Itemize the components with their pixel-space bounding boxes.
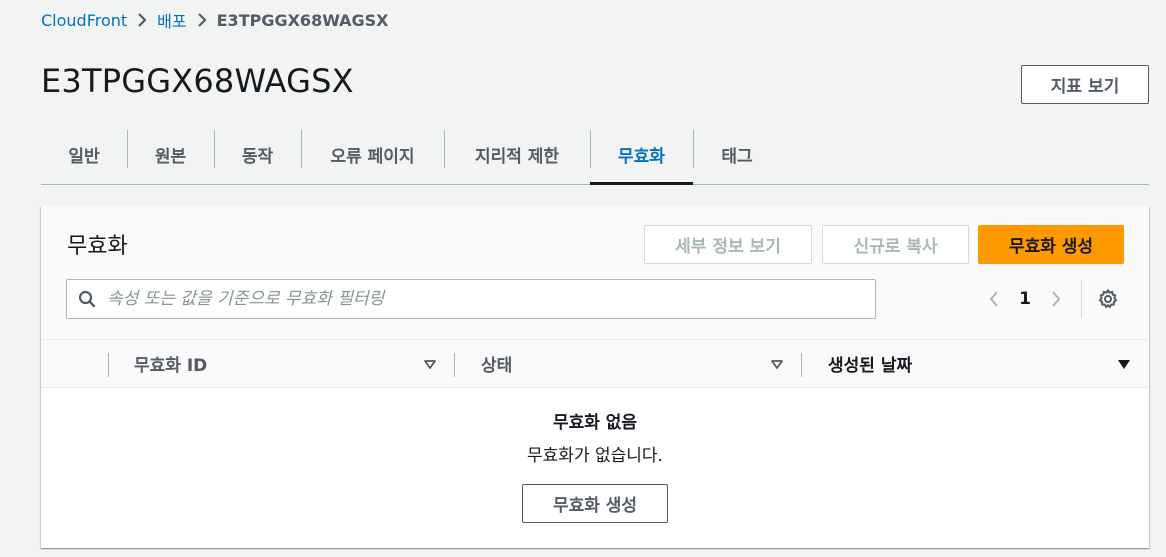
divider — [1081, 280, 1082, 318]
chevron-right-icon[interactable] — [1043, 284, 1069, 314]
empty-create-invalidation-button[interactable]: 무효화 생성 — [522, 484, 668, 523]
breadcrumb-cloudfront-link[interactable]: CloudFront — [41, 11, 127, 30]
sort-down-icon[interactable] — [1117, 357, 1131, 371]
breadcrumb: CloudFront 배포 E3TPGGX68WAGSX — [41, 8, 389, 32]
tab-origins[interactable]: 원본 — [127, 124, 214, 184]
tab-tags[interactable]: 태그 — [693, 124, 781, 184]
table-header: 무효화 ID 상태 생성된 날짜 — [41, 339, 1149, 388]
column-divider — [108, 353, 109, 377]
breadcrumb-current: E3TPGGX68WAGSX — [216, 10, 389, 30]
column-divider — [454, 353, 455, 377]
page-number[interactable]: 1 — [1007, 289, 1043, 309]
tab-bar: 일반 원본 동작 오류 페이지 지리적 제한 무효화 태그 — [41, 124, 1149, 185]
column-divider — [801, 353, 802, 377]
sort-down-icon[interactable] — [423, 357, 437, 371]
empty-state-title: 무효화 없음 — [552, 413, 638, 433]
tab-general[interactable]: 일반 — [41, 124, 127, 184]
tab-error-pages[interactable]: 오류 페이지 — [301, 124, 444, 184]
invalidations-panel: 무효화 세부 정보 보기 신규로 복사 무효화 생성 1 무효화 ID 상태 — [41, 206, 1149, 548]
sort-down-icon[interactable] — [770, 357, 784, 371]
empty-state-description: 무효화가 없습니다. — [527, 446, 663, 466]
view-metrics-button[interactable]: 지표 보기 — [1021, 65, 1149, 104]
view-details-button[interactable]: 세부 정보 보기 — [644, 225, 812, 264]
search-filter — [66, 279, 876, 319]
column-header-created-date[interactable]: 생성된 날짜 — [828, 340, 912, 387]
column-header-status[interactable]: 상태 — [481, 340, 512, 387]
column-header-invalidation-id[interactable]: 무효화 ID — [134, 340, 207, 387]
copy-to-new-button[interactable]: 신규로 복사 — [822, 225, 969, 264]
gear-icon[interactable] — [1095, 286, 1121, 312]
panel-title: 무효화 — [67, 234, 128, 259]
chevron-right-icon — [127, 9, 157, 31]
pagination: 1 — [981, 284, 1069, 314]
create-invalidation-button[interactable]: 무효화 생성 — [978, 225, 1124, 264]
tab-behaviors[interactable]: 동작 — [214, 124, 301, 184]
page-title: E3TPGGX68WAGSX — [41, 62, 354, 100]
tab-invalidations[interactable]: 무효화 — [590, 124, 693, 185]
chevron-right-icon — [187, 9, 217, 31]
breadcrumb-distributions-link[interactable]: 배포 — [157, 8, 186, 32]
search-input[interactable] — [107, 281, 875, 317]
search-icon — [67, 280, 107, 318]
tab-geographic-restrictions[interactable]: 지리적 제한 — [444, 124, 590, 184]
chevron-left-icon[interactable] — [981, 284, 1007, 314]
